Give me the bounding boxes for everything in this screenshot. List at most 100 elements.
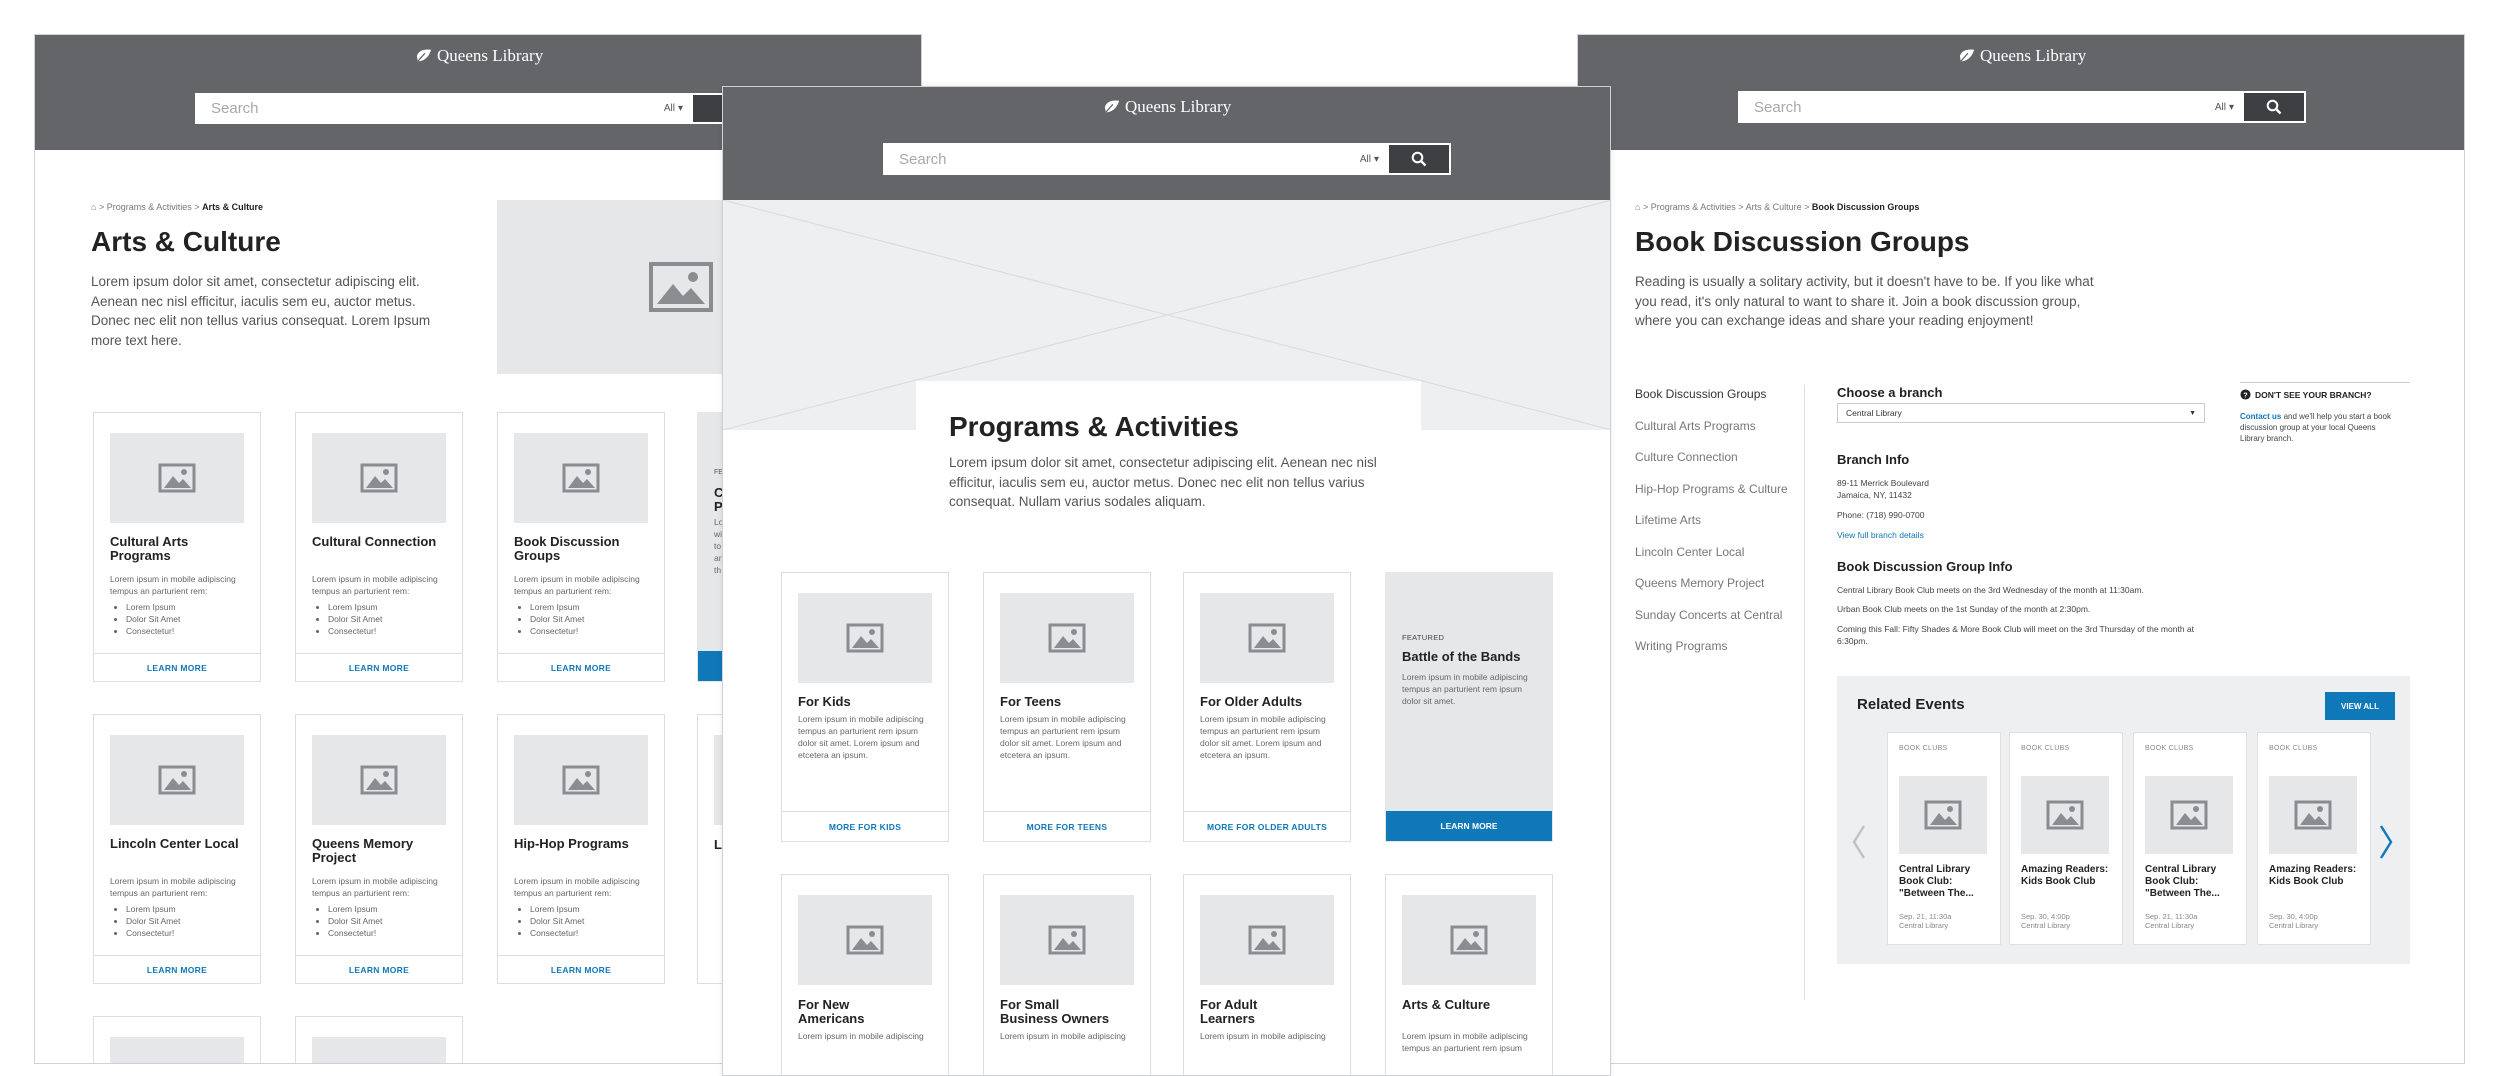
card-bullet: Dolor Sit Amet [126,915,180,927]
breadcrumb-sep: > [1804,202,1810,212]
program-card: Lincoln Center Local Lorem ipsum in mobi… [93,714,261,984]
featured-cta-button[interactable]: LEARN MORE [1386,811,1552,841]
featured-desc: Lorem ipsum in mobile adipiscing tempus … [1402,672,1528,706]
program-card: Cultural Connection Lorem ipsum in mobil… [295,412,463,682]
svg-text:?: ? [2243,390,2248,399]
learn-more-link[interactable]: LEARN MORE [296,653,462,681]
branch-address-1: 89-11 Merrick Boulevard [1837,478,1929,488]
card-desc: Lorem ipsum in mobile adipiscing [798,1031,924,1041]
home-icon[interactable]: ⌂ [91,202,96,212]
chevron-left-icon[interactable] [1851,825,1867,859]
branch-select[interactable]: Central Library ▼ [1837,403,2205,423]
caret-down-icon: ▼ [2189,409,2196,417]
card-title: For Small Business Owners [1000,997,1110,1026]
search-button[interactable] [2244,93,2304,121]
breadcrumb-sep: > [1738,202,1744,212]
image-placeholder [1200,593,1334,683]
image-icon [1924,800,1962,830]
image-placeholder [2269,776,2357,854]
learn-more-link[interactable]: LEARN MORE [498,653,664,681]
card-stub [93,1016,261,1063]
event-location: Central Library [1899,921,1949,930]
side-nav-item[interactable]: Lincoln Center Local [1635,544,1815,576]
contact-us-link[interactable]: Contact us [2240,412,2281,421]
program-card: Hip-Hop Programs Lorem ipsum in mobile a… [497,714,665,984]
event-location: Central Library [2021,921,2071,930]
site-logo[interactable]: Queens Library [1958,46,2086,66]
breadcrumb-current: Book Discussion Groups [1811,202,1920,212]
side-nav-item[interactable]: Queens Memory Project [1635,575,1815,607]
side-nav-item[interactable]: Cultural Arts Programs [1635,418,1815,450]
aside-heading: DON'T SEE YOUR BRANCH? [2255,389,2372,400]
image-icon [360,463,398,493]
search-scope-select[interactable]: All ▾ [1350,154,1389,165]
card-title: Hip-Hop Programs [514,836,629,851]
event-card[interactable]: BOOK CLUBS Central Library Book Club: "B… [1887,732,2001,945]
side-nav-item[interactable]: Book Discussion Groups [1635,386,1815,418]
learn-more-link[interactable]: LEARN MORE [94,955,260,983]
side-nav-item[interactable]: Sunday Concerts at Central [1635,607,1815,639]
audience-cta-link[interactable]: MORE FOR OLDER ADULTS [1184,811,1350,841]
search-scope-select[interactable]: All ▾ [654,103,693,114]
search-button[interactable] [1389,145,1449,173]
side-nav-item[interactable]: Culture Connection [1635,449,1815,481]
side-nav-item[interactable]: Hip-Hop Programs & Culture [1635,481,1815,513]
card-desc: Lorem ipsum in mobile adipiscing tempus … [110,876,236,898]
learn-more-link[interactable]: LEARN MORE [498,955,664,983]
audience-card: Arts & Culture Lorem ipsum in mobile adi… [1385,874,1553,1075]
site-logo[interactable]: Queens Library [415,46,543,66]
event-card[interactable]: BOOK CLUBS Amazing Readers: Kids Book Cl… [2009,732,2123,945]
card-desc: Lorem ipsum in mobile adipiscing tempus … [1402,1031,1528,1053]
search-scope-select[interactable]: All ▾ [2205,102,2244,113]
card-desc: Lorem ipsum in mobile adipiscing tempus … [110,574,236,596]
search-input[interactable] [1740,93,2205,121]
page-intro: Lorem ipsum dolor sit amet, consectetur … [91,274,431,348]
home-icon[interactable]: ⌂ [1635,202,1640,212]
side-nav-item[interactable]: Lifetime Arts [1635,512,1815,544]
card-title-partial: L [714,837,722,852]
breadcrumb-mid[interactable]: Arts & Culture [1746,202,1802,212]
featured-desc-partial: wi [714,529,723,539]
side-nav-divider [1804,385,1805,1000]
chevron-right-icon[interactable] [2378,825,2394,859]
branch-details-link[interactable]: View full branch details [1837,529,1924,541]
image-icon [846,925,884,955]
audience-cta-link[interactable]: MORE FOR TEENS [984,811,1150,841]
side-nav-item[interactable]: Writing Programs [1635,638,1815,670]
image-placeholder [1899,776,1987,854]
learn-more-link[interactable]: LEARN MORE [296,955,462,983]
card-title: Book Discussion Groups [514,534,620,563]
learn-more-link[interactable]: LEARN MORE [94,653,260,681]
event-card[interactable]: BOOK CLUBS Amazing Readers: Kids Book Cl… [2257,732,2371,945]
search-input[interactable] [197,95,654,122]
audience-cta-link[interactable]: MORE FOR KIDS [782,811,948,841]
view-all-button[interactable]: VIEW ALL [2325,692,2395,720]
image-icon [649,262,713,312]
event-location: Central Library [2269,921,2319,930]
image-icon [360,765,398,795]
featured-desc-partial: th [714,565,722,575]
card-title: Cultural Arts Programs [110,534,189,563]
side-nav: Book Discussion Groups Cultural Arts Prog… [1635,386,1815,670]
card-bullet: Dolor Sit Amet [530,613,584,625]
image-icon [1048,925,1086,955]
image-icon [562,765,600,795]
breadcrumb-parent[interactable]: Programs & Activities [1651,202,1736,212]
search-scope-value: All [1359,153,1371,165]
site-logo[interactable]: Queens Library [1103,97,1231,117]
image-icon [158,765,196,795]
event-date: Sep. 21, 11:30a [1899,912,1952,921]
image-placeholder [798,593,932,683]
search-input[interactable] [885,145,1350,173]
card-bullet: Consectetur! [328,927,382,939]
leaf-logo-icon [1104,100,1120,113]
search-bar: All▾ [883,143,1451,175]
card-bullet: Lorem Ipsum [328,601,382,613]
event-card[interactable]: BOOK CLUBS Central Library Book Club: "B… [2133,732,2247,945]
program-card: Cultural Arts Programs Lorem ipsum in mo… [93,412,261,682]
breadcrumb-parent[interactable]: Programs & Activities [107,202,192,212]
card-bullet: Lorem Ipsum [126,601,180,613]
audience-card: For Teens Lorem ipsum in mobile adipisci… [983,572,1151,842]
event-meta: Sep. 30, 4:00p Central Library [2269,912,2318,930]
breadcrumb: ⌂ > Programs & Activities > Arts & Cultu… [91,202,263,212]
